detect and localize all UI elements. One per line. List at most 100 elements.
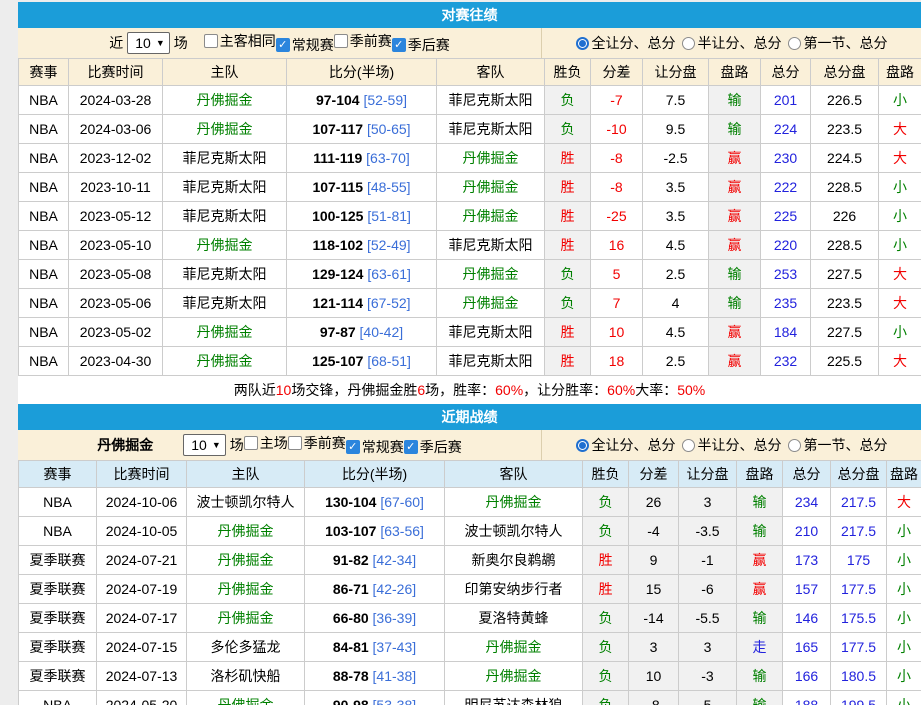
cell-date: 2024-10-06 — [97, 488, 187, 517]
cell-handicap-result: 走 — [737, 633, 783, 662]
filter-checkbox[interactable]: 主场 — [244, 433, 288, 453]
cell-over-under: 小 — [887, 517, 921, 546]
cell-total-line: 223.5 — [811, 115, 879, 144]
cell-league: 夏季联赛 — [19, 662, 97, 691]
radio-icon[interactable] — [576, 439, 589, 452]
checkbox-icon[interactable]: ✓ — [404, 440, 418, 454]
cell-total-line: 175.5 — [831, 604, 887, 633]
checkbox-icon[interactable] — [204, 34, 218, 48]
cell-home-team: 菲尼克斯太阳 — [163, 202, 287, 231]
checkbox-icon[interactable]: ✓ — [276, 38, 290, 52]
radio-label: 第一节、总分 — [804, 435, 888, 455]
cell-total-line: 227.5 — [811, 318, 879, 347]
filter-checkbox[interactable]: ✓季后赛 — [392, 35, 450, 55]
filter-radio[interactable]: 半让分、总分 — [682, 33, 782, 53]
checkbox-label: 季后赛 — [408, 35, 450, 55]
cell-win-loss: 胜 — [545, 231, 591, 260]
cell-point-diff: -8 — [591, 173, 643, 202]
cell-win-loss: 负 — [545, 86, 591, 115]
cell-point-diff: -14 — [629, 604, 679, 633]
filter-checkbox[interactable]: 主客相同 — [204, 31, 276, 51]
filter-radio[interactable]: 全让分、总分 — [576, 33, 676, 53]
column-header: 比赛时间 — [97, 461, 187, 488]
filter-checkbox[interactable]: 季前赛 — [288, 433, 346, 453]
table-row: NBA2023-05-12菲尼克斯太阳100-125 [51-81]丹佛掘金胜-… — [19, 202, 921, 231]
cell-handicap-result: 输 — [709, 115, 761, 144]
cell-home-team: 丹佛掘金 — [187, 546, 305, 575]
column-header: 让分盘 — [643, 59, 709, 86]
cell-date: 2023-12-02 — [69, 144, 163, 173]
filter-checkbox[interactable]: ✓常规赛 — [346, 437, 404, 457]
radio-icon[interactable] — [576, 37, 589, 50]
cell-win-loss: 胜 — [545, 318, 591, 347]
summary-text: 6 — [417, 382, 425, 398]
cell-point-diff: -8 — [591, 144, 643, 173]
cell-win-loss: 负 — [545, 289, 591, 318]
cell-league: NBA — [19, 488, 97, 517]
filter-radio[interactable]: 第一节、总分 — [788, 33, 888, 53]
filter-radio[interactable]: 半让分、总分 — [682, 435, 782, 455]
cell-handicap-result: 输 — [709, 289, 761, 318]
cell-over-under: 大 — [879, 115, 921, 144]
score-half: [67-60] — [380, 494, 424, 510]
radio-icon[interactable] — [788, 439, 801, 452]
column-header: 盘路 — [737, 461, 783, 488]
radio-icon[interactable] — [682, 37, 695, 50]
cell-total-points: 230 — [761, 144, 811, 173]
cell-total-line: 175 — [831, 546, 887, 575]
cell-league: NBA — [19, 231, 69, 260]
team-name-label: 丹佛掘金 — [97, 435, 153, 455]
games-unit-label: 场 — [230, 435, 244, 455]
cell-date: 2023-05-06 — [69, 289, 163, 318]
cell-score: 88-78 [41-38] — [305, 662, 445, 691]
cell-point-diff: 9 — [629, 546, 679, 575]
score-half: [41-38] — [373, 668, 417, 684]
checkbox-icon[interactable] — [334, 34, 348, 48]
cell-total-line: 224.5 — [811, 144, 879, 173]
score-full: 97-87 — [320, 324, 356, 340]
cell-handicap-line: 3.5 — [643, 173, 709, 202]
table-row: NBA2023-10-11菲尼克斯太阳107-115 [48-55]丹佛掘金胜-… — [19, 173, 921, 202]
score-half: [37-43] — [373, 639, 417, 655]
radio-icon[interactable] — [682, 439, 695, 452]
cell-over-under: 小 — [887, 546, 921, 575]
cell-score: 100-125 [51-81] — [287, 202, 437, 231]
filter-checkbox[interactable]: 季前赛 — [334, 31, 392, 51]
table-row: NBA2024-05-20丹佛掘金90-98 [53-38]明尼苏达森林狼负-8… — [19, 691, 921, 705]
page: 对赛往绩 近 10 ▼ 场 主客相同✓常规赛季前赛✓季后赛 全让分、总分半让分、… — [18, 2, 921, 705]
cell-handicap-line: -1 — [679, 546, 737, 575]
filter-radio[interactable]: 全让分、总分 — [576, 435, 676, 455]
cell-total-points: 173 — [783, 546, 831, 575]
h2h-games-count-select[interactable]: 10 ▼ — [127, 32, 170, 54]
cell-home-team: 菲尼克斯太阳 — [163, 289, 287, 318]
cell-score: 121-114 [67-52] — [287, 289, 437, 318]
checkbox-icon[interactable] — [244, 436, 258, 450]
summary-text: 60% — [607, 382, 635, 398]
radio-icon[interactable] — [788, 37, 801, 50]
cell-date: 2024-07-13 — [97, 662, 187, 691]
checkbox-icon[interactable]: ✓ — [392, 38, 406, 52]
cell-handicap-line: 2.5 — [643, 260, 709, 289]
filter-radio[interactable]: 第一节、总分 — [788, 435, 888, 455]
checkbox-icon[interactable] — [288, 436, 302, 450]
cell-score: 111-119 [63-70] — [287, 144, 437, 173]
score-full: 97-104 — [316, 92, 360, 108]
checkbox-icon[interactable]: ✓ — [346, 440, 360, 454]
recent-section-title: 近期战绩 — [442, 409, 498, 425]
h2h-filter-left: 近 10 ▼ 场 主客相同✓常规赛季前赛✓季后赛 — [18, 28, 542, 58]
cell-league: NBA — [19, 517, 97, 546]
filter-checkbox[interactable]: ✓季后赛 — [404, 437, 462, 457]
cell-total-points: 210 — [783, 517, 831, 546]
cell-win-loss: 负 — [583, 604, 629, 633]
checkbox-label: 季前赛 — [304, 433, 346, 453]
cell-date: 2024-07-21 — [97, 546, 187, 575]
score-half: [42-26] — [373, 581, 417, 597]
cell-point-diff: -4 — [629, 517, 679, 546]
table-row: NBA2023-05-02丹佛掘金97-87 [40-42]菲尼克斯太阳胜104… — [19, 318, 921, 347]
cell-away-team: 丹佛掘金 — [445, 488, 583, 517]
table-row: 夏季联赛2024-07-19丹佛掘金86-71 [42-26]印第安纳步行者胜1… — [19, 575, 921, 604]
filter-checkbox[interactable]: ✓常规赛 — [276, 35, 334, 55]
cell-date: 2024-07-19 — [97, 575, 187, 604]
cell-date: 2023-05-10 — [69, 231, 163, 260]
recent-games-count-select[interactable]: 10 ▼ — [183, 434, 226, 456]
